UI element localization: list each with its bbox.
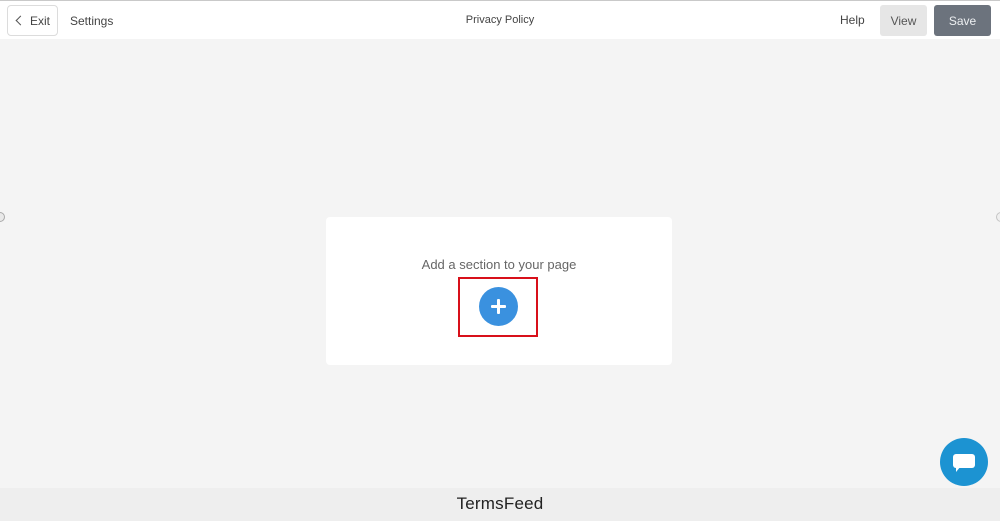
save-button[interactable]: Save xyxy=(934,5,991,36)
empty-page-card: Add a section to your page xyxy=(326,217,672,365)
page: Exit Settings Privacy Policy Help View S… xyxy=(0,0,1000,521)
chat-button[interactable] xyxy=(940,438,988,486)
empty-state-text: Add a section to your page xyxy=(421,257,577,272)
top-bar: Exit Settings Privacy Policy Help View S… xyxy=(0,0,1000,39)
footer: TermsFeed xyxy=(0,488,1000,521)
page-title: Privacy Policy xyxy=(465,14,535,26)
add-section-button[interactable] xyxy=(479,287,518,326)
help-link[interactable]: Help xyxy=(840,13,865,27)
right-edge-handle[interactable] xyxy=(996,212,1000,222)
view-button[interactable]: View xyxy=(880,5,927,36)
footer-brand: TermsFeed xyxy=(456,494,544,513)
left-edge-handle[interactable] xyxy=(0,212,5,222)
